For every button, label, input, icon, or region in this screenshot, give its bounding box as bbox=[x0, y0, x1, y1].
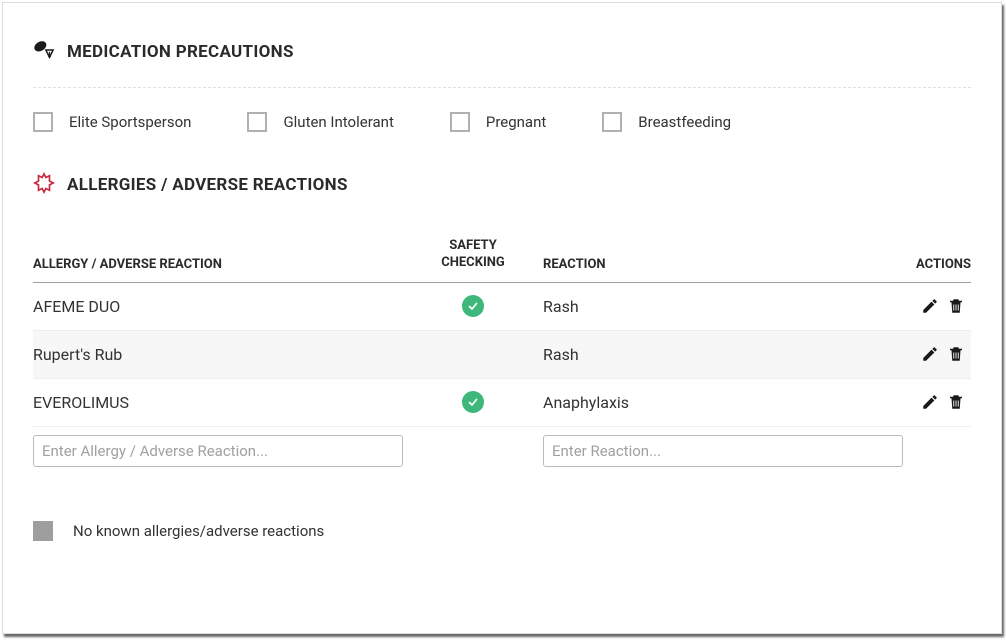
safety-check-icon bbox=[462, 391, 484, 413]
safety-cell bbox=[433, 391, 513, 414]
precautions-title: MEDICATION PRECAUTIONS bbox=[67, 42, 294, 62]
reaction-cell: Rash bbox=[513, 345, 891, 364]
allergy-input-row bbox=[33, 427, 971, 475]
col-header-allergy: ALLERGY / ADVERSE REACTION bbox=[33, 257, 433, 272]
checkbox-icon[interactable] bbox=[33, 112, 53, 132]
delete-button[interactable] bbox=[947, 297, 965, 315]
col-header-actions: ACTIONS bbox=[891, 257, 971, 272]
table-row: AFEME DUO Rash bbox=[33, 283, 971, 331]
precaution-breastfeeding[interactable]: Breastfeeding bbox=[602, 112, 731, 132]
reaction-cell: Anaphylaxis bbox=[513, 393, 891, 412]
allergies-table-body: AFEME DUO Rash Rupert's Rub Rash EVEROLIMUS A… bbox=[33, 283, 971, 427]
precautions-header: MEDICATION PRECAUTIONS bbox=[33, 39, 971, 65]
reaction-input[interactable] bbox=[543, 435, 903, 467]
rx-warning-icon bbox=[33, 39, 55, 65]
main-panel: MEDICATION PRECAUTIONS Elite Sportsperso… bbox=[2, 2, 1002, 634]
edit-button[interactable] bbox=[921, 345, 939, 363]
delete-button[interactable] bbox=[947, 345, 965, 363]
col-header-reaction: REACTION bbox=[513, 257, 891, 272]
checkbox-label: Pregnant bbox=[486, 113, 546, 131]
allergies-header: ALLERGIES / ADVERSE REACTIONS bbox=[33, 172, 971, 198]
safety-check-icon bbox=[462, 295, 484, 317]
reaction-cell: Rash bbox=[513, 297, 891, 316]
actions-cell bbox=[891, 345, 971, 363]
precaution-pregnant[interactable]: Pregnant bbox=[450, 112, 546, 132]
checkbox-label: Elite Sportsperson bbox=[69, 113, 191, 131]
checkbox-icon[interactable] bbox=[33, 521, 53, 541]
precautions-checkboxes: Elite Sportsperson Gluten Intolerant Pre… bbox=[33, 112, 971, 132]
allergy-input[interactable] bbox=[33, 435, 403, 467]
checkbox-label: Breastfeeding bbox=[638, 113, 731, 131]
precaution-gluten-intolerant[interactable]: Gluten Intolerant bbox=[247, 112, 393, 132]
actions-cell bbox=[891, 297, 971, 315]
allergy-cell: AFEME DUO bbox=[33, 297, 433, 316]
no-known-allergies[interactable]: No known allergies/adverse reactions bbox=[33, 521, 971, 541]
checkbox-label: Gluten Intolerant bbox=[283, 113, 393, 131]
table-row: Rupert's Rub Rash bbox=[33, 331, 971, 379]
delete-button[interactable] bbox=[947, 393, 965, 411]
checkbox-icon[interactable] bbox=[450, 112, 470, 132]
col-header-safety: SAFETYCHECKING bbox=[433, 238, 513, 272]
medical-star-icon bbox=[33, 172, 55, 198]
allergy-cell: EVEROLIMUS bbox=[33, 393, 433, 412]
table-row: EVEROLIMUS Anaphylaxis bbox=[33, 379, 971, 427]
allergies-title: ALLERGIES / ADVERSE REACTIONS bbox=[67, 175, 348, 195]
actions-cell bbox=[891, 393, 971, 411]
edit-button[interactable] bbox=[921, 393, 939, 411]
edit-button[interactable] bbox=[921, 297, 939, 315]
safety-cell bbox=[433, 295, 513, 318]
allergies-table-header: ALLERGY / ADVERSE REACTION SAFETYCHECKIN… bbox=[33, 238, 971, 283]
precaution-elite-sportsperson[interactable]: Elite Sportsperson bbox=[33, 112, 191, 132]
checkbox-icon[interactable] bbox=[247, 112, 267, 132]
allergy-cell: Rupert's Rub bbox=[33, 345, 433, 364]
checkbox-icon[interactable] bbox=[602, 112, 622, 132]
divider bbox=[33, 87, 971, 88]
no-known-label: No known allergies/adverse reactions bbox=[73, 522, 324, 540]
